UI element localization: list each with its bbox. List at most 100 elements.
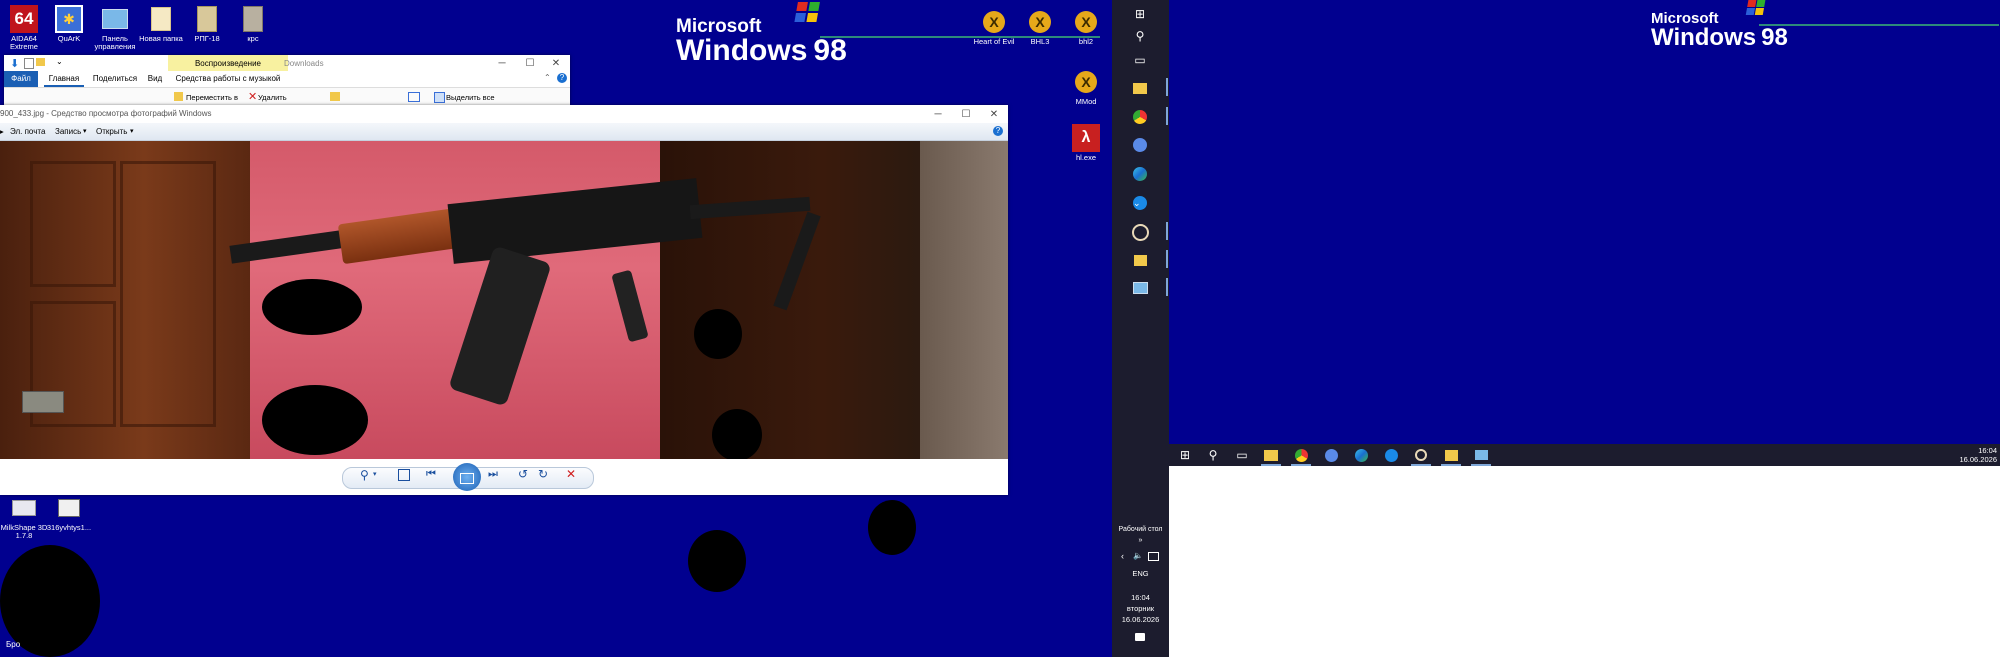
next-icon[interactable]: ⏭: [488, 468, 498, 481]
previous-icon[interactable]: ⏮: [426, 468, 436, 481]
help-icon[interactable]: ?: [557, 73, 567, 83]
power-outlet: [22, 391, 64, 413]
explorer-titlebar[interactable]: ⬇ ⌄ Воспроизведение Downloads ─ ☐ ✕: [4, 55, 570, 71]
file-explorer-icon[interactable]: [1130, 78, 1150, 98]
video-app-icon[interactable]: [1441, 446, 1461, 464]
task-view-icon[interactable]: ▭: [1232, 446, 1252, 464]
clock[interactable]: 16:04 16.06.2026: [1959, 446, 1997, 464]
start-button[interactable]: ⊞: [1175, 446, 1195, 464]
new-folder-icon[interactable]: [330, 92, 340, 101]
network-icon[interactable]: [1148, 552, 1159, 561]
photo-viewer-menubar: ▸ Эл. почта Запись ▾ Открыть ▾ ?: [0, 123, 1008, 141]
rotate-left-icon[interactable]: ↺: [518, 467, 528, 481]
download-manager-icon[interactable]: [1381, 446, 1401, 464]
desktop-icon-milkshape[interactable]: MilkShape 3D 1.7.8: [0, 494, 48, 540]
start-button[interactable]: ⊞: [1130, 4, 1150, 24]
menu-open[interactable]: Открыть: [96, 127, 127, 136]
properties-icon[interactable]: [24, 58, 34, 69]
actual-size-icon[interactable]: [398, 469, 410, 481]
desktop-icon-quark[interactable]: ✱ QuArK: [45, 5, 93, 43]
chrome-icon[interactable]: [1291, 446, 1311, 464]
running-indicator: [1166, 222, 1168, 240]
photo-viewer-taskbar-icon[interactable]: [1471, 446, 1491, 464]
desktop-icon-mmod[interactable]: X MMod: [1062, 68, 1110, 106]
notification-icon[interactable]: [1135, 633, 1145, 641]
media-player-icon[interactable]: [1130, 222, 1150, 242]
ribbon-tabs: Файл Главная Поделиться Вид Средства раб…: [4, 71, 570, 88]
clock[interactable]: 16:04 вторник 16.06.2026: [1112, 592, 1169, 625]
tab-view[interactable]: Вид: [144, 71, 166, 87]
close-button[interactable]: ✕: [980, 105, 1008, 123]
close-button[interactable]: ✕: [542, 55, 570, 71]
folder-icon[interactable]: [36, 58, 45, 66]
help-button[interactable]: ?: [993, 126, 1003, 136]
desktop-icon-control-panel[interactable]: Панель управления: [91, 5, 139, 51]
qat-chevron-icon[interactable]: ⌄: [56, 57, 63, 66]
chevron-down-icon[interactable]: »: [1112, 537, 1169, 544]
tab-home[interactable]: Главная: [44, 71, 84, 87]
photo-viewer-titlebar[interactable]: 900_433.jpg - Средство просмотра фотогра…: [0, 105, 1008, 123]
media-player-icon[interactable]: [1411, 446, 1431, 464]
edge-icon[interactable]: [1351, 446, 1371, 464]
desktop-icon-krs[interactable]: крс: [229, 5, 277, 43]
running-indicator: [1166, 278, 1168, 296]
chevron-down-icon: ▾: [130, 128, 134, 135]
chrome-icon[interactable]: [1130, 107, 1150, 127]
krs-icon: [239, 5, 267, 33]
menu-burn[interactable]: Запись: [55, 127, 81, 136]
desktop-icon-heart-of-evil[interactable]: X Heart of Evil: [970, 8, 1018, 46]
censor-blob: [262, 279, 362, 335]
minimize-button[interactable]: ─: [488, 55, 516, 71]
delete-icon[interactable]: ✕: [566, 467, 576, 481]
file-explorer-icon[interactable]: [1261, 446, 1281, 464]
quark-icon: ✱: [55, 5, 83, 33]
chevron-down-icon[interactable]: ▾: [373, 470, 377, 478]
desktop-icon-aida64[interactable]: 64 AIDA64 Extreme: [0, 5, 48, 51]
desktop-icon-bhl2[interactable]: X bhl2: [1062, 8, 1110, 46]
move-to-button[interactable]: Переместить в: [186, 93, 238, 102]
running-indicator: [1261, 464, 1281, 466]
tab-file[interactable]: Файл: [4, 71, 38, 87]
open-icon[interactable]: [408, 92, 420, 102]
app-icon[interactable]: [1130, 135, 1150, 155]
desktop-right: Microsoft Windows 98: [1169, 0, 2000, 444]
select-all-button[interactable]: Выделить все: [446, 93, 495, 102]
volume-icon[interactable]: 🔈: [1133, 551, 1143, 560]
logo-line: [1759, 24, 1999, 26]
windows98-logo: Microsoft Windows 98: [676, 2, 847, 72]
desktop-toolbar-label[interactable]: Рабочий стол: [1112, 526, 1169, 533]
running-indicator: [1441, 464, 1461, 466]
heart-of-evil-icon: X: [980, 8, 1008, 36]
desktop-icon-new-folder[interactable]: Новая папка: [137, 5, 185, 43]
app-icon[interactable]: [1321, 446, 1341, 464]
rotate-right-icon[interactable]: ↻: [538, 467, 548, 481]
language-indicator[interactable]: ENG: [1112, 569, 1169, 578]
desktop-icon-rpg18[interactable]: РПГ-18: [183, 5, 231, 43]
search-icon[interactable]: ⚲: [1203, 446, 1223, 464]
photo-viewer-taskbar-icon[interactable]: [1130, 278, 1150, 298]
delete-button[interactable]: Удалить: [258, 93, 287, 102]
maximize-button[interactable]: ☐: [516, 55, 544, 71]
download-manager-icon[interactable]: ⌄: [1130, 193, 1150, 213]
desktop-icon-file[interactable]: 316yvhtys1...: [45, 494, 93, 532]
search-icon[interactable]: ⚲: [1130, 26, 1150, 46]
chevron-left-icon[interactable]: ‹: [1121, 551, 1124, 561]
video-app-icon[interactable]: [1130, 250, 1150, 270]
slideshow-button[interactable]: [453, 463, 481, 491]
zoom-icon[interactable]: ⚲: [360, 468, 369, 482]
desktop-icon-bhl3[interactable]: X BHL3: [1016, 8, 1064, 46]
maximize-button[interactable]: ☐: [952, 105, 980, 123]
desktop-icon-hl-exe[interactable]: λ hl.exe: [1062, 124, 1110, 162]
explorer-window[interactable]: ⬇ ⌄ Воспроизведение Downloads ─ ☐ ✕ Файл…: [4, 55, 570, 105]
task-view-icon[interactable]: ▭: [1130, 50, 1150, 70]
tab-music-tools[interactable]: Средства работы с музыкой: [168, 71, 288, 87]
menu-email[interactable]: Эл. почта: [10, 127, 45, 136]
tab-share[interactable]: Поделиться: [90, 71, 140, 87]
chevron-down-icon: ▾: [83, 128, 87, 135]
edge-icon[interactable]: [1130, 164, 1150, 184]
vertical-taskbar: ⊞ ⚲ ▭ ⌄ Рабочий стол » ‹ 🔈 ENG 16:04 вто…: [1112, 0, 1169, 657]
slideshow-icon: [460, 473, 474, 484]
minimize-button[interactable]: ─: [924, 105, 952, 123]
ribbon-collapse-icon[interactable]: ⌃: [544, 73, 551, 82]
photo-viewer-window[interactable]: 900_433.jpg - Средство просмотра фотогра…: [0, 105, 1008, 495]
